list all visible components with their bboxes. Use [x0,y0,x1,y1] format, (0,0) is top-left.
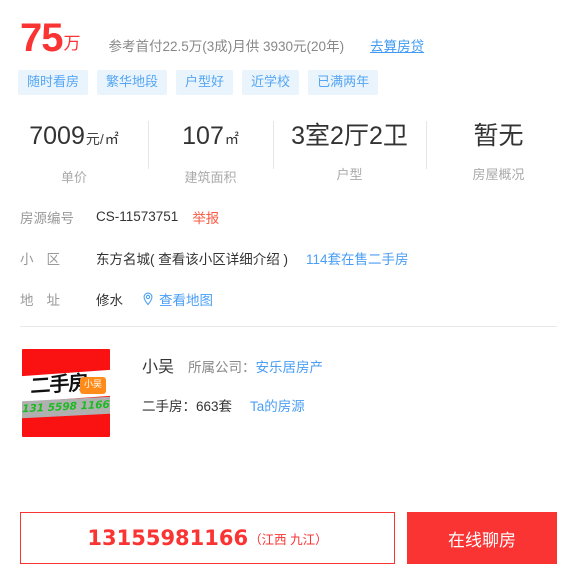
agent-identity-line: 小吴 所属公司： 安乐居房产 [142,353,323,377]
stat-unit-sup: ㎡ [104,131,119,147]
report-link[interactable]: 举报 [192,207,219,227]
community-value[interactable]: 东方名城( 查看该小区详细介绍 ) [96,248,288,268]
online-chat-button[interactable]: 在线聊房 [407,512,557,564]
community-listings-link[interactable]: 114套在售二手房 [306,248,409,268]
stat-building-area: 107 ㎡ 建筑面积 [148,117,273,189]
price-amount: 75 [20,16,63,60]
stat-value: 7009 元/ ㎡ [29,119,119,156]
agent-name: 小吴 [142,359,175,376]
contact-action-bar: 13155981166 （江西 九江） 在线聊房 [20,512,557,564]
agent-avatar[interactable]: 二手房 小吴 131 5598 1166 [22,349,110,437]
stat-unit-price: 7009 元/ ㎡ 单价 [0,117,148,189]
detail-key: 小区 [20,251,73,267]
price-unit: 万 [63,34,81,53]
stat-number: 暂无 [473,122,524,150]
agent-listings-link[interactable]: Ta的房源 [250,395,305,415]
feature-tag-list: 随时看房 繁华地段 户型好 近学校 已满两年 [0,54,577,95]
address-value: 修水 [96,292,123,308]
stat-value: 107 ㎡ [182,119,239,156]
agent-card: 二手房 小吴 131 5598 1166 小吴 所属公司： 安乐居房产 二手房：… [0,327,577,437]
stat-unit: 元/ [85,131,104,147]
mortgage-calculator-link[interactable]: 去算房贷 [370,37,424,57]
agent-phone-button[interactable]: 13155981166 （江西 九江） [20,512,395,564]
stat-label: 建筑面积 [184,170,237,185]
house-id-value: CS-11573751 [96,209,179,224]
agent-phone-number: 13155981166 [87,526,249,550]
agent-company-label: 所属公司： [188,360,256,375]
avatar-phone-text: 131 5598 1166 [22,398,110,416]
view-map-link[interactable]: 查看地图 [141,289,213,309]
agent-info: 小吴 所属公司： 安乐居房产 二手房：663套 Ta的房源 [142,349,323,415]
feature-tag[interactable]: 近学校 [242,70,300,95]
avatar-name-badge: 小吴 [80,377,106,394]
view-map-label: 查看地图 [159,292,213,308]
agent-company-link[interactable]: 安乐居房产 [256,356,324,376]
detail-row-address: 地址 修水 查看地图 [20,285,577,312]
feature-tag[interactable]: 户型好 [176,70,234,95]
stat-value: 3室2厅2卫 [291,119,408,153]
agent-listing-count: 二手房：663套 [142,399,233,414]
stat-value: 暂无 [473,119,523,153]
stat-layout: 3室2厅2卫 户型 [273,117,426,189]
down-payment-note: 参考首付22.5万(3成)月供 3930元(20年) [108,39,345,54]
stat-unit-sup: ㎡ [224,131,239,147]
stat-number: 107 [182,122,224,150]
detail-row-house-id: 房源编号 CS-11573751 举报 [20,203,577,230]
stat-label: 单价 [60,170,87,185]
stat-label: 户型 [336,167,363,182]
location-pin-icon [141,292,155,306]
agent-phone-region: （江西 九江） [249,532,328,547]
key-stats-row: 7009 元/ ㎡ 单价 107 ㎡ 建筑面积 3室2厅2卫 户型 暂无 房屋概… [0,117,577,189]
stat-number: 3室2厅2卫 [291,122,408,150]
feature-tag[interactable]: 随时看房 [18,70,89,95]
stat-label: 房屋概况 [472,167,525,182]
detail-row-community: 小区 东方名城( 查看该小区详细介绍 ) 114套在售二手房 [20,244,577,271]
detail-key: 房源编号 [20,210,74,226]
stat-number: 7009 [29,122,85,150]
stat-house-overview: 暂无 房屋概况 [426,117,571,189]
detail-key: 地址 [20,292,73,308]
price-summary-row: 75 万 参考首付22.5万(3成)月供 3930元(20年) 去算房贷 [0,0,577,58]
detail-list: 房源编号 CS-11573751 举报 小区 东方名城( 查看该小区详细介绍 )… [0,203,577,312]
feature-tag[interactable]: 繁华地段 [97,70,168,95]
agent-listing-line: 二手房：663套 Ta的房源 [142,395,323,415]
house-detail-page: 75 万 参考首付22.5万(3成)月供 3930元(20年) 去算房贷 随时看… [0,0,577,568]
feature-tag[interactable]: 已满两年 [308,70,379,95]
